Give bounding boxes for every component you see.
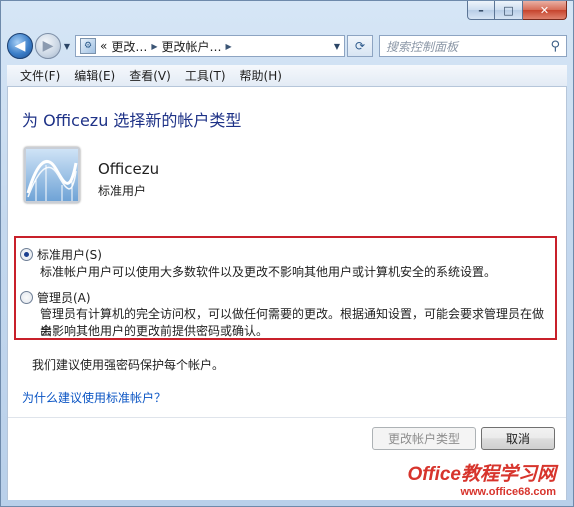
- breadcrumb-item[interactable]: 更改帐户…: [162, 38, 222, 55]
- refresh-button[interactable]: ⟳: [347, 35, 373, 57]
- menu-view[interactable]: 查看(V): [122, 67, 178, 84]
- breadcrumb-item[interactable]: 更改…: [111, 38, 147, 55]
- forward-arrow-icon: ▶: [42, 38, 54, 54]
- search-input[interactable]: 搜索控制面板 ⚲: [379, 35, 567, 57]
- divider: [8, 417, 566, 418]
- radio-selected-dot: [24, 252, 29, 257]
- address-bar[interactable]: ⚙ « 更改… ▶ 更改帐户… ▶ ▼: [75, 35, 345, 57]
- recommendation-text: 我们建议使用强密码保护每个帐户。: [32, 358, 225, 372]
- cancel-button[interactable]: 取消: [481, 427, 555, 450]
- page-title: 为 Officezu 选择新的帐户类型: [22, 111, 242, 130]
- close-button[interactable]: ✕: [523, 1, 567, 20]
- option-label[interactable]: 管理员(A): [37, 289, 91, 306]
- radio-administrator[interactable]: [20, 291, 33, 304]
- watermark-text: Office教程学习网: [407, 464, 556, 485]
- search-placeholder: 搜索控制面板: [386, 39, 459, 54]
- change-account-type-button[interactable]: 更改帐户类型: [372, 427, 476, 450]
- minimize-button[interactable]: –: [467, 1, 495, 20]
- option-description: 会影响其他用户的更改前提供密码或确认。: [40, 324, 269, 338]
- menu-help[interactable]: 帮助(H): [233, 67, 289, 84]
- recent-pages-dropdown[interactable]: ▼: [61, 42, 73, 51]
- back-button[interactable]: ◀: [7, 33, 33, 59]
- roller-coaster-icon: [26, 149, 78, 201]
- forward-button[interactable]: ▶: [35, 33, 61, 59]
- content-pane: 为 Officezu 选择新的帐户类型 Officezu 标准用户 标准用户(S…: [7, 87, 567, 500]
- account-name: Officezu: [98, 160, 160, 178]
- account-role: 标准用户: [98, 184, 147, 198]
- menu-file[interactable]: 文件(F): [13, 67, 67, 84]
- maximize-button[interactable]: □: [495, 1, 523, 20]
- why-standard-link[interactable]: 为什么建议使用标准帐户？: [22, 389, 166, 406]
- control-panel-icon: ⚙: [80, 38, 96, 54]
- watermark-url: www.office68.com: [460, 486, 556, 498]
- option-label[interactable]: 标准用户(S): [37, 246, 102, 263]
- menu-tools[interactable]: 工具(T): [178, 67, 233, 84]
- radio-standard-user[interactable]: [20, 248, 33, 261]
- account-type-options: 标准用户(S) 标准帐户用户可以使用大多数软件以及更改不影响其他用户或计算机安全…: [14, 236, 557, 340]
- account-picture: [24, 147, 80, 203]
- menu-edit[interactable]: 编辑(E): [67, 67, 122, 84]
- breadcrumb-separator-icon[interactable]: ▶: [151, 42, 157, 51]
- option-description: 标准帐户用户可以使用大多数软件以及更改不影响其他用户或计算机安全的系统设置。: [40, 265, 497, 279]
- watermark: Office教程学习网 www.office68.com: [407, 459, 556, 498]
- navigation-bar: ◀ ▶ ▼ ⚙ « 更改… ▶ 更改帐户… ▶ ▼ ⟳ 搜索控制面板 ⚲: [7, 31, 567, 61]
- search-icon[interactable]: ⚲: [550, 39, 560, 54]
- refresh-icon: ⟳: [354, 39, 366, 53]
- caption-buttons: – □ ✕: [467, 1, 567, 21]
- option-standard-user[interactable]: 标准用户(S): [20, 246, 102, 263]
- window-frame: – □ ✕ ◀ ▶ ▼ ⚙ « 更改… ▶ 更改帐户… ▶ ▼ ⟳ 搜索控制面板…: [0, 0, 574, 507]
- menu-bar: 文件(F) 编辑(E) 查看(V) 工具(T) 帮助(H): [7, 65, 567, 87]
- address-prefix[interactable]: «: [100, 39, 107, 53]
- address-dropdown-icon[interactable]: ▼: [334, 42, 340, 51]
- breadcrumb-separator-icon[interactable]: ▶: [226, 42, 232, 51]
- option-administrator[interactable]: 管理员(A): [20, 289, 91, 306]
- back-arrow-icon: ◀: [14, 38, 26, 54]
- chevron-down-icon: ▼: [63, 41, 71, 51]
